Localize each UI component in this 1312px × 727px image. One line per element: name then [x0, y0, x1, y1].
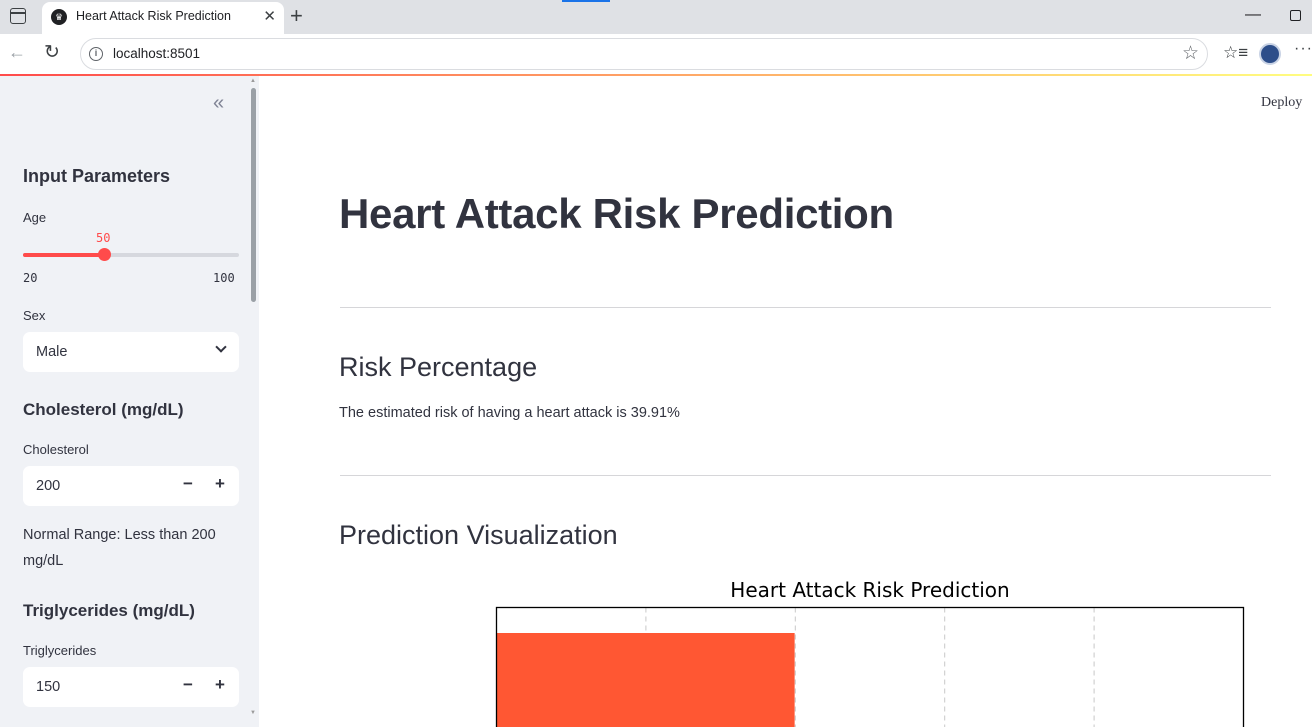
triglycerides-heading: Triglycerides (mg/dL): [23, 601, 195, 620]
scroll-up-icon[interactable]: ▲: [250, 78, 256, 84]
age-slider-value: 50: [96, 231, 111, 245]
new-tab-icon[interactable]: +: [290, 3, 303, 29]
tab-close-icon[interactable]: ✕: [263, 7, 276, 25]
more-menu-icon[interactable]: ···: [1294, 40, 1312, 58]
risk-percentage-heading: Risk Percentage: [339, 352, 538, 382]
chart-title: Heart Attack Risk Prediction: [730, 578, 1009, 602]
sidebar-scrollbar[interactable]: [251, 88, 256, 302]
triglycerides-label: Triglycerides: [23, 643, 97, 658]
cholesterol-decrement-button[interactable]: −: [183, 474, 193, 494]
cholesterol-normal-range: Normal Range: Less than 200 mg/dL: [23, 527, 216, 569]
age-slider-fill: [23, 253, 104, 257]
site-info-icon[interactable]: i: [89, 47, 103, 61]
tab-title: Heart Attack Risk Prediction: [76, 9, 231, 23]
sex-select[interactable]: Male: [23, 332, 239, 372]
input-parameters-heading: Input Parameters: [23, 166, 171, 186]
triglycerides-input[interactable]: 150 − +: [23, 667, 239, 707]
age-slider-thumb[interactable]: [98, 248, 111, 261]
age-label: Age: [23, 210, 47, 225]
sex-select-value: Male: [36, 344, 68, 360]
age-slider[interactable]: [23, 248, 239, 261]
risk-result-text: The estimated risk of having a heart att…: [339, 405, 680, 421]
triglycerides-value[interactable]: 150: [36, 679, 60, 695]
maximize-icon[interactable]: [1290, 10, 1301, 21]
cholesterol-label: Cholesterol: [23, 442, 89, 457]
profile-avatar[interactable]: [1259, 43, 1281, 65]
chart-bars: [496, 633, 795, 727]
minimize-icon[interactable]: —: [1245, 6, 1261, 24]
back-icon[interactable]: ←: [8, 42, 26, 63]
browser-tab-strip: ♛ Heart Attack Risk Prediction ✕ + —: [0, 0, 1312, 34]
cholesterol-increment-button[interactable]: +: [215, 474, 225, 494]
divider: [340, 475, 1271, 476]
age-slider-min: 20: [23, 271, 38, 285]
address-bar[interactable]: i localhost:8501 ☆: [80, 38, 1208, 70]
cholesterol-value[interactable]: 200: [36, 478, 60, 494]
triglycerides-increment-button[interactable]: +: [215, 675, 225, 695]
sidebar: ▲ ▼ « Input Parameters Age 50 20 100 Sex…: [0, 76, 259, 727]
url-text[interactable]: localhost:8501: [113, 46, 200, 61]
reload-icon[interactable]: ↻: [44, 41, 60, 64]
cholesterol-heading: Cholesterol (mg/dL): [23, 400, 184, 419]
cholesterol-input[interactable]: 200 − +: [23, 466, 239, 506]
browser-tab[interactable]: ♛ Heart Attack Risk Prediction ✕: [42, 2, 284, 34]
tab-indicator: [562, 0, 610, 2]
address-bar-row: ← ↻ i localhost:8501 ☆ ☆≡ ···: [0, 34, 1312, 74]
sex-label: Sex: [23, 308, 46, 323]
scroll-down-icon[interactable]: ▼: [250, 710, 256, 716]
deploy-button[interactable]: Deploy: [1261, 95, 1302, 111]
bookmark-star-icon[interactable]: ☆: [1182, 42, 1199, 65]
tab-actions-icon[interactable]: [10, 8, 26, 24]
chart-bar: [496, 633, 795, 727]
page-title: Heart Attack Risk Prediction: [339, 190, 894, 237]
streamlit-favicon-icon: ♛: [51, 9, 67, 25]
chevron-down-icon: [215, 341, 227, 353]
triglycerides-decrement-button[interactable]: −: [183, 675, 193, 695]
collapse-sidebar-icon[interactable]: «: [213, 92, 224, 115]
risk-chart: Heart Attack Risk Prediction: [495, 578, 1245, 727]
age-slider-max: 100: [213, 271, 235, 285]
prediction-visualization-heading: Prediction Visualization: [339, 520, 618, 550]
divider: [340, 307, 1271, 308]
favorites-icon[interactable]: ☆≡: [1223, 43, 1248, 63]
